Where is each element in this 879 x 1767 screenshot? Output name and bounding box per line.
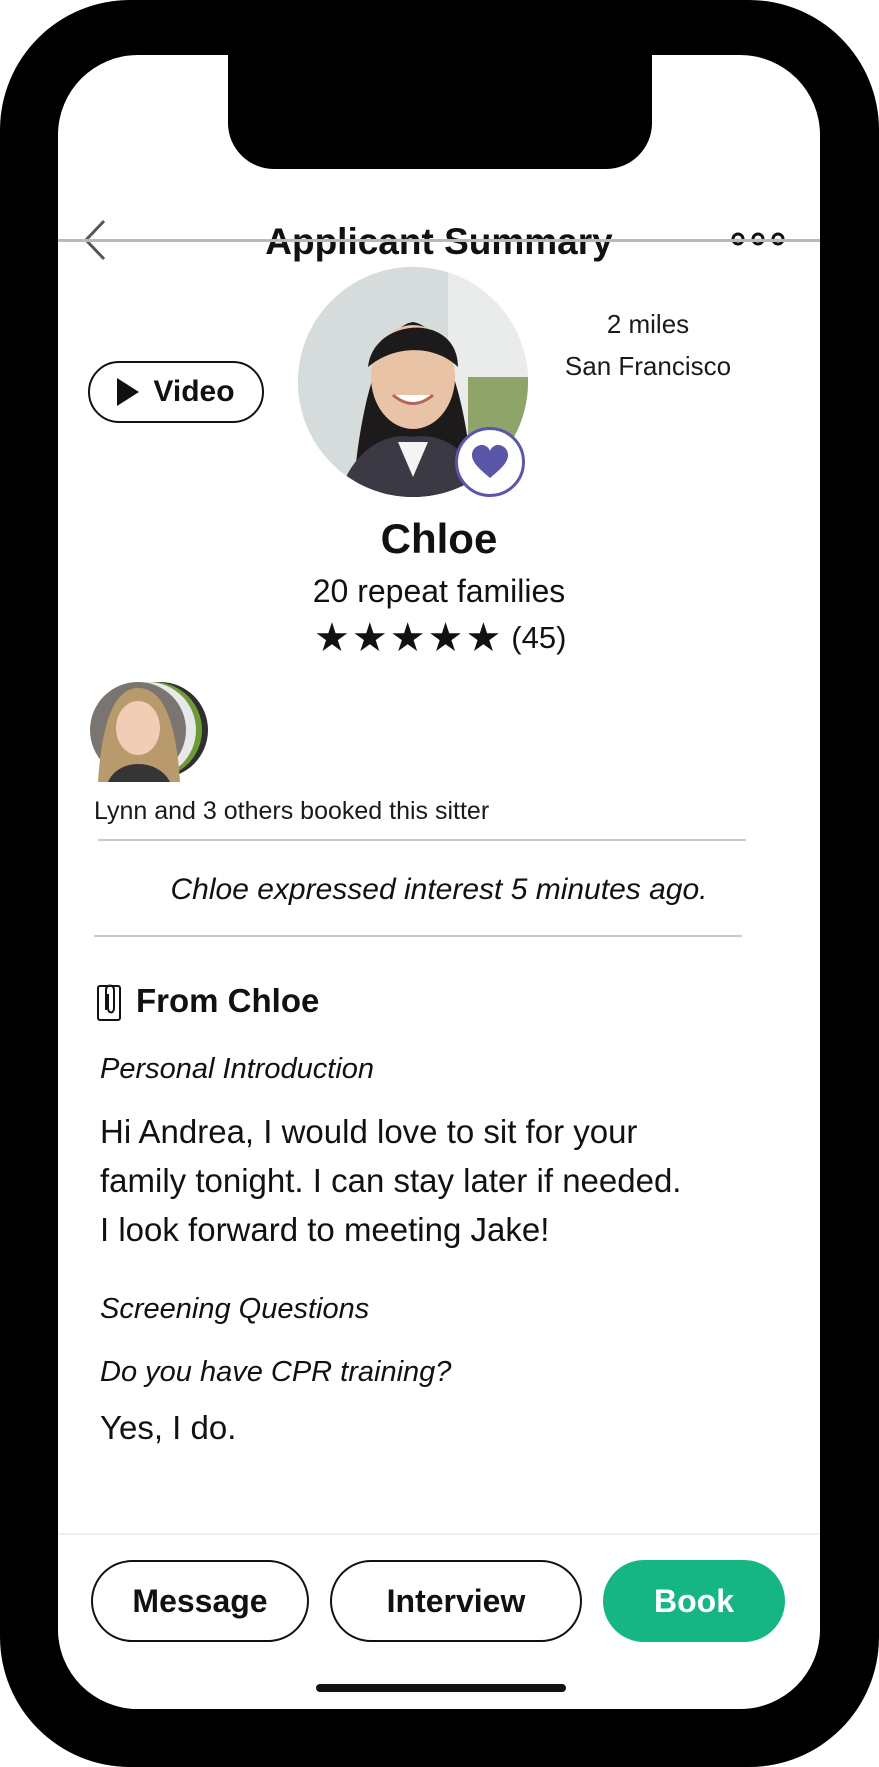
book-button[interactable]: Book xyxy=(603,1560,785,1642)
divider xyxy=(94,935,742,937)
divider xyxy=(98,839,746,841)
video-button-label: Video xyxy=(153,375,235,408)
home-indicator[interactable] xyxy=(316,1684,566,1692)
intro-line: I look forward to meeting Jake! xyxy=(100,1211,550,1248)
from-heading-label: From Chloe xyxy=(136,982,320,1019)
star-icon: ★ xyxy=(314,615,350,661)
repeat-families: 20 repeat families xyxy=(312,573,566,609)
screening-question: Do you have CPR training? xyxy=(100,1356,452,1388)
favorite-button[interactable] xyxy=(455,427,525,497)
intro-line: family tonight. I can stay later if need… xyxy=(100,1162,682,1199)
booked-avatar-stack xyxy=(90,682,208,782)
from-heading: From Chloe xyxy=(94,980,319,1022)
star-icon: ★ xyxy=(465,615,502,661)
rating-count: (45) xyxy=(511,620,567,655)
play-icon xyxy=(117,378,140,406)
notch xyxy=(228,55,652,169)
star-icon: ★ xyxy=(351,615,388,661)
heart-icon xyxy=(472,445,508,478)
page-title: Applicant Summary xyxy=(265,221,613,262)
message-button[interactable]: Message xyxy=(91,1560,309,1642)
phone-frame: Applicant Summary Video 2 miles San Fran… xyxy=(0,0,879,1767)
video-button[interactable]: Video xyxy=(88,361,264,423)
sitter-name: Chloe xyxy=(380,515,498,562)
screening-answer: Yes, I do. xyxy=(100,1409,237,1446)
intro-line: Hi Andrea, I would love to sit for your xyxy=(100,1113,638,1150)
star-icon: ★ xyxy=(389,615,426,661)
star-icon: ★ xyxy=(427,615,464,661)
interview-button[interactable]: Interview xyxy=(330,1560,582,1642)
intro-text: Hi Andrea, I would love to sit for your … xyxy=(100,1107,760,1254)
rating: ★ ★ ★ ★ ★ (45) xyxy=(314,615,566,661)
screening-label: Screening Questions xyxy=(100,1293,370,1325)
paperclip-icon xyxy=(97,984,121,1021)
distance: 2 miles xyxy=(606,309,690,339)
booked-avatars[interactable] xyxy=(88,678,228,788)
city: San Francisco xyxy=(564,351,732,381)
interest-text: Chloe expressed interest 5 minutes ago. xyxy=(170,873,708,906)
header-divider xyxy=(58,239,820,242)
booked-text: Lynn and 3 others booked this sitter xyxy=(94,797,490,825)
screen: Applicant Summary Video 2 miles San Fran… xyxy=(58,55,820,1709)
intro-label: Personal Introduction xyxy=(100,1053,375,1085)
